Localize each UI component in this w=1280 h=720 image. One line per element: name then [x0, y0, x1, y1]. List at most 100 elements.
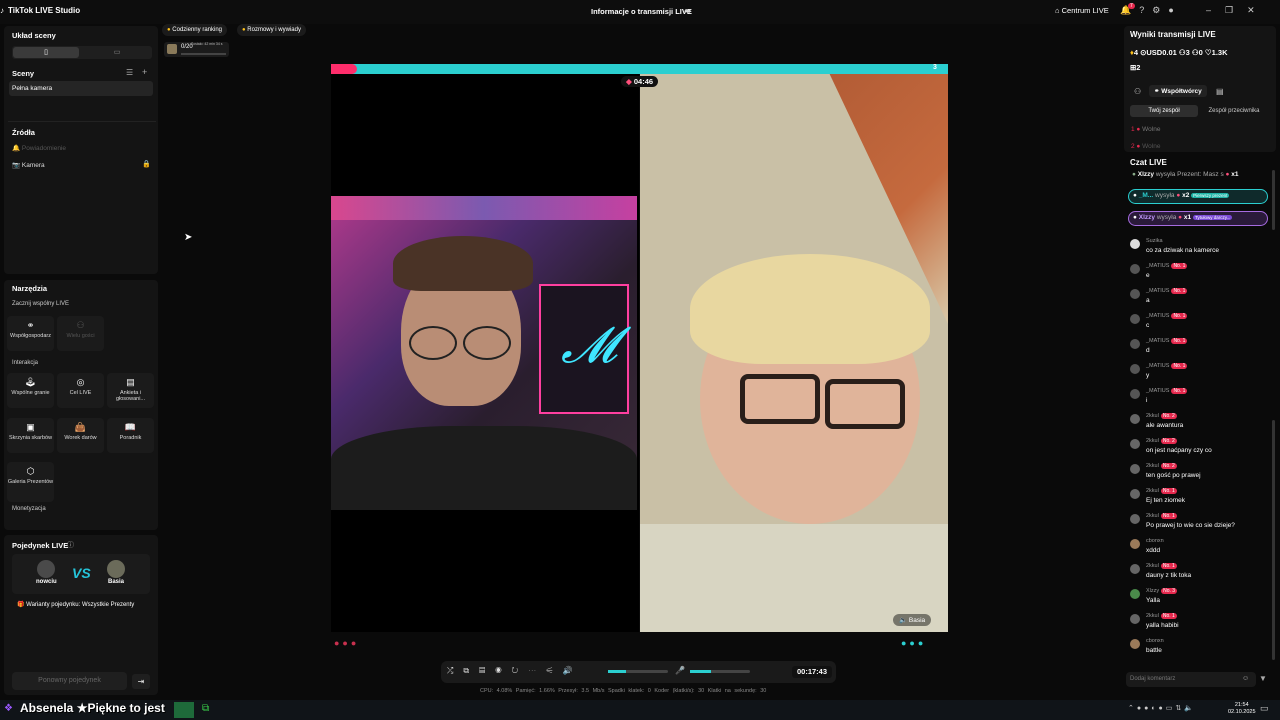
lock-icon[interactable]: 🔒	[142, 160, 151, 168]
tab-cohosts[interactable]: ⚭ Współtwórcy	[1149, 85, 1207, 97]
chat-message[interactable]: 2kkul No. 1 yalla habibi	[1130, 613, 1270, 637]
chat-message[interactable]: _MATIUS No. 1 d	[1130, 338, 1270, 362]
gift-tag: Pierwszy prezent	[1191, 193, 1230, 198]
duel-variants[interactable]: 🎁 Warianty pojedynku: Wszystkie Prezenty	[17, 601, 134, 608]
mixer-icon[interactable]: ⚟	[546, 666, 562, 675]
app-icon[interactable]: ❖	[4, 703, 13, 714]
control-icons[interactable]: ⤮⧉▤◉↻⋯⚟🔊	[447, 666, 583, 676]
chat-message[interactable]: 2kkul No. 2 on jest naćpany czy co	[1130, 438, 1270, 462]
minimize-icon[interactable]: –	[1206, 5, 1225, 15]
chat-message[interactable]: _MATIUS No. 1 e	[1130, 263, 1270, 287]
mic-icon[interactable]: 🎤	[675, 666, 685, 675]
chat-username-text: cbonxn	[1146, 638, 1164, 644]
filter-icon[interactable]: ▼	[1259, 674, 1267, 683]
daily-ranking-chip[interactable]: ● Codzienny ranking	[162, 24, 227, 36]
share-icon[interactable]: ➦	[684, 6, 692, 17]
chat-message[interactable]: _MATIUS No. 1 a	[1130, 288, 1270, 312]
exit-duel-icon[interactable]: ⇥	[132, 674, 150, 689]
supporter-icons[interactable]: ●●●	[334, 638, 359, 648]
chat-username-text: 2kkul	[1146, 613, 1159, 619]
tool-gift-bag[interactable]: 👜 Worek darów	[57, 418, 104, 453]
live-center-button[interactable]: ⌂ Centrum LIVE	[1055, 6, 1109, 15]
list-icon[interactable]: ☰	[126, 68, 133, 77]
avatar[interactable]: ●	[1168, 5, 1181, 15]
close-icon[interactable]: ✕	[1247, 5, 1269, 15]
help-icon[interactable]: ?	[1139, 5, 1152, 15]
tool-gift-gallery[interactable]: ⬡ Galeria Prezentów	[7, 462, 54, 502]
chat-message[interactable]: 2kkul No. 2 ale awantura	[1130, 413, 1270, 437]
chat-scrollbar[interactable]	[1272, 420, 1275, 660]
rank-badge: No. 2	[1160, 463, 1177, 469]
gift-icon: 🎁	[17, 602, 27, 608]
cohost-button[interactable]: ⚭ Współgospodarz	[7, 316, 54, 351]
chat-message[interactable]: _MATIUS No. 1 y	[1130, 363, 1270, 387]
taskbar-app[interactable]	[174, 702, 194, 718]
tool-poll[interactable]: ▤ Ankieta i głosowani...	[107, 373, 154, 408]
source-item-notification[interactable]: 🔔 Powiadomienie	[12, 144, 66, 152]
chat-message[interactable]: 2kkul No. 1 Ej ten ziomek	[1130, 488, 1270, 512]
speaker-volume-slider[interactable]	[608, 670, 668, 673]
record-icon[interactable]: ◉	[495, 666, 511, 675]
tools-title: Narzędzia	[12, 284, 48, 293]
guest-name-tag[interactable]: 🔈 Basia	[893, 614, 932, 626]
chat-message[interactable]: cbonxn battle	[1130, 638, 1270, 662]
emoji-icon[interactable]: ☺	[1242, 675, 1249, 682]
chat-username-text: _MATIUS	[1146, 363, 1170, 369]
avatar	[1130, 389, 1140, 399]
chat-message[interactable]: 2kkul No. 2 ten gość po prawej	[1130, 463, 1270, 487]
multi-guest-button[interactable]: ⚇ Wielu gości	[57, 316, 104, 351]
monetization-title: Monetyzacja	[12, 506, 46, 512]
info-icon[interactable]: ⓘ	[67, 540, 74, 550]
scene-item[interactable]: Pełna kamera	[9, 81, 153, 96]
stream-title[interactable]: Informacje o transmisji LIVE	[591, 7, 692, 16]
chat-message[interactable]: Xlzzy No. 3 Yalla	[1130, 588, 1270, 612]
tiktok-logo-icon: ♪	[0, 6, 4, 15]
window-controls[interactable]: –❐✕	[1206, 5, 1269, 16]
talk-category-chip[interactable]: ● Rozmowy i wywiady	[237, 24, 306, 36]
mic-volume-slider[interactable]	[690, 670, 750, 673]
comment-input[interactable]: Dodaj komentarz	[1126, 672, 1256, 687]
taskbar-clock[interactable]: 21:54 02.10.2025	[1228, 702, 1256, 716]
tool-shared-game[interactable]: 🕹 Wspólne granie	[7, 373, 54, 408]
speaker-icon[interactable]: 🔊	[563, 666, 583, 675]
shuffle-icon[interactable]: ⤮	[447, 666, 463, 675]
gear-icon[interactable]: ⚙	[1152, 5, 1168, 15]
screen-icon[interactable]: ▤	[479, 666, 495, 675]
layers-icon[interactable]: ⧉	[463, 666, 479, 675]
maximize-icon[interactable]: ❐	[1225, 5, 1247, 15]
chat-text: y	[1146, 372, 1150, 379]
tool-live-goal[interactable]: ◎ Cel LIVE	[57, 373, 104, 408]
chat-text: Yalla	[1146, 597, 1160, 604]
chat-message[interactable]: _MATIUS No. 1 c	[1130, 313, 1270, 337]
user-icon[interactable]: ⚇	[1134, 87, 1141, 96]
chat-message[interactable]: 2kkul No. 1 dauny z tik toka	[1130, 563, 1270, 587]
tool-guide[interactable]: 📖 Poradnik	[107, 418, 154, 453]
chat-message[interactable]: cbonxn xddd	[1130, 538, 1270, 562]
tab-your-team[interactable]: Twój zespół	[1130, 105, 1198, 117]
timer-label: 04:46	[633, 77, 654, 86]
gift-scrollbar[interactable]	[1272, 170, 1275, 230]
chat-message[interactable]: _MATIUS No. 1 i	[1130, 388, 1270, 412]
supporter-icons[interactable]: ●●●	[901, 638, 926, 648]
chat-message[interactable]: 2kkul No. 1 Po prawej to wie co sie dzieje…	[1130, 513, 1270, 537]
add-scene-icon[interactable]: +	[142, 67, 147, 77]
chat-username: _MATIUS No. 1	[1146, 388, 1188, 394]
more-icon[interactable]: ⋯	[528, 666, 546, 675]
gift-row: ● Xlzzy wysyła ● x1 Tytułowy darczy...	[1128, 211, 1268, 226]
notifications-icon[interactable]: ▭	[1260, 703, 1269, 714]
gift-tag: Tytułowy darczy...	[1192, 215, 1233, 220]
gift-sender: _M...	[1138, 192, 1154, 199]
source-item-camera[interactable]: 📷 Kamera	[12, 161, 45, 169]
tray-icons[interactable]: ⌃●●◐●▭⇅🔈	[1128, 704, 1196, 712]
neon-logo-icon: 𝓜	[561, 317, 617, 373]
portrait-button[interactable]: ▯	[13, 47, 79, 58]
tool-treasure-chest[interactable]: ▣ Skrzynia skarbów	[7, 418, 54, 453]
replay-icon[interactable]: ↻	[512, 666, 529, 675]
avatar	[1130, 289, 1140, 299]
list-icon[interactable]: ▤	[1216, 87, 1224, 96]
landscape-button[interactable]: ▭	[84, 47, 150, 58]
chat-message[interactable]: Suzika co za dziwak na kamerce	[1130, 238, 1270, 262]
tab-opponent-team[interactable]: Zespół przeciwnika	[1200, 105, 1268, 117]
taskbar-app-icon[interactable]: ⧉	[202, 703, 209, 714]
repeat-duel-button[interactable]: Ponowny pojedynek	[12, 672, 127, 690]
